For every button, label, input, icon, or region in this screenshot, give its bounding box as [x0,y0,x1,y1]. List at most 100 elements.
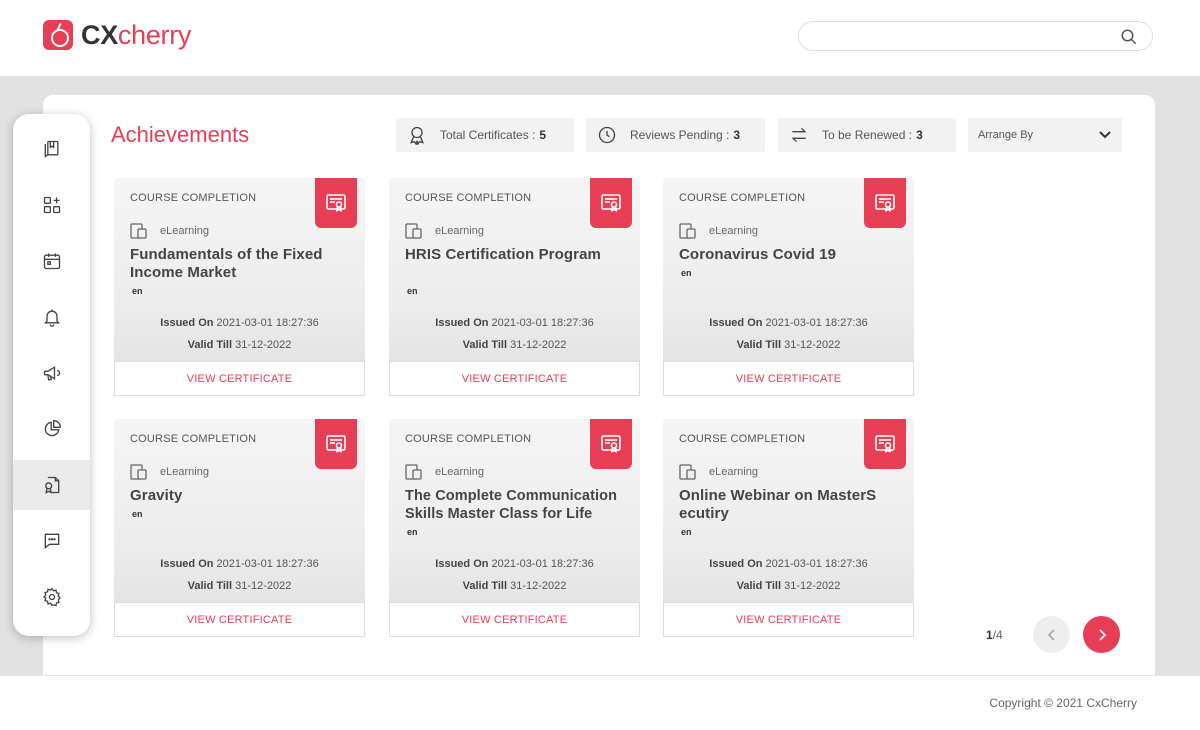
issued-date: Issued On 2021-03-01 18:27:36 [435,317,594,329]
certificate-card: COURSE COMPLETION eLearning Gravity en I… [114,419,365,637]
award-icon [410,126,424,145]
card-type: COURSE COMPLETION [130,192,257,204]
view-certificate-button[interactable]: VIEW CERTIFICATE [389,602,640,637]
valid-till-date: Valid Till 31-12-2022 [462,580,567,592]
card-type: COURSE COMPLETION [405,192,532,204]
search-icon[interactable] [1120,28,1138,46]
clock-icon [598,126,616,144]
certificate-card: COURSE COMPLETION eLearning HRIS Certifi… [389,178,640,396]
certificate-ribbon [315,419,357,469]
chevron-down-icon [1099,131,1111,139]
issued-date: Issued On 2021-03-01 18:27:36 [160,558,319,570]
view-certificate-button[interactable]: VIEW CERTIFICATE [663,602,914,637]
course-title: Gravity [130,487,183,504]
view-certificate-button[interactable]: VIEW CERTIFICATE [389,361,640,396]
top-header: CXcherry [0,0,1200,76]
to-be-renewed-stat: To be Renewed :3 [778,118,956,152]
language-code: en [407,527,418,537]
chat-icon [44,533,59,550]
certificate-ribbon [590,419,632,469]
calendar-icon [43,253,60,270]
card-type: COURSE COMPLETION [679,192,806,204]
view-certificate-button[interactable]: VIEW CERTIFICATE [663,361,914,396]
learning-mode: eLearning [435,466,484,478]
certificate-icon [326,435,346,453]
certificate-icon [601,435,621,453]
page-indicator: 1/4 [986,628,1003,642]
valid-till-date: Valid Till 31-12-2022 [736,339,841,351]
sidebar-item-achievements[interactable] [13,460,90,510]
devices-icon [405,223,422,239]
chevron-right-icon [1098,628,1106,641]
sidebar-item-settings[interactable] [13,572,90,622]
certificate-ribbon [590,178,632,228]
card-body: COURSE COMPLETION eLearning Online Webin… [663,419,914,602]
card-body: COURSE COMPLETION eLearning Gravity en I… [114,419,365,602]
sidebar-item-bookmarks[interactable] [13,124,90,174]
logo-text: CXcherry [81,20,192,50]
cxcherry-logo[interactable]: CXcherry [43,20,191,50]
course-title: Fundamentals of the Fixed Income Market [130,246,323,281]
certificate-ribbon [315,178,357,228]
cherry-logo-icon [43,20,73,50]
sidebar-item-reports[interactable] [13,404,90,454]
course-title: Coronavirus Covid 19 [679,246,837,263]
devices-icon [679,223,696,239]
learning-mode: eLearning [435,225,484,237]
search-bar [798,21,1153,51]
certificate-ribbon [864,419,906,469]
language-code: en [681,527,692,537]
view-certificate-button[interactable]: VIEW CERTIFICATE [114,602,365,637]
reviews-pending-stat: Reviews Pending :3 [586,118,765,152]
certificate-icon [601,194,621,212]
language-code: en [132,286,143,296]
sidebar-item-notifications[interactable] [13,292,90,342]
previous-page-button[interactable] [1033,616,1070,653]
view-certificate-button[interactable]: VIEW CERTIFICATE [114,361,365,396]
card-body: COURSE COMPLETION eLearning Coronavirus … [663,178,914,361]
swap-arrows-icon [791,127,807,143]
certificate-card: COURSE COMPLETION eLearning Online Webin… [663,419,914,637]
card-type: COURSE COMPLETION [405,433,532,445]
language-code: en [132,509,143,519]
learning-mode: eLearning [160,225,209,237]
certificate-card: COURSE COMPLETION eLearning Fundamentals… [114,178,365,396]
course-title: Online Webinar on MasterS ecutiry [679,487,877,522]
sidebar-item-announcements[interactable] [13,348,90,398]
learning-mode: eLearning [709,466,758,478]
sidebar-item-messages[interactable] [13,516,90,566]
devices-icon [679,464,696,480]
bookmark-icon [44,140,58,158]
learning-mode: eLearning [709,225,758,237]
valid-till-date: Valid Till 31-12-2022 [187,339,292,351]
megaphone-icon [43,365,60,381]
card-type: COURSE COMPLETION [130,433,257,445]
certificate-icon [875,194,895,212]
certificate-card: COURSE COMPLETION eLearning The Complete… [389,419,640,637]
page-title: Achievements [111,122,250,147]
bell-icon [43,309,60,327]
chevron-left-icon [1047,628,1055,641]
apps-add-icon [43,196,60,214]
language-code: en [407,286,418,296]
devices-icon [130,464,147,480]
sidebar-item-apps[interactable] [13,180,90,230]
total-certificates-stat: Total Certificates :5 [396,118,574,152]
card-type: COURSE COMPLETION [679,433,806,445]
card-body: COURSE COMPLETION eLearning Fundamentals… [114,178,365,361]
search-input[interactable] [813,27,1113,47]
sidebar-item-calendar[interactable] [13,236,90,286]
course-title: The Complete Communication Skills Master… [405,488,618,522]
next-page-button[interactable] [1083,616,1120,653]
certificate-card: COURSE COMPLETION eLearning Coronavirus … [663,178,914,396]
certificate-icon [326,194,346,212]
devices-icon [405,464,422,480]
certificate-icon [875,435,895,453]
sidebar-nav [13,114,90,636]
copyright-text: Copyright © 2021 CxCherry [989,696,1137,710]
certificate-file-icon [44,476,59,494]
arrange-by-dropdown[interactable]: Arrange By [968,118,1122,152]
issued-date: Issued On 2021-03-01 18:27:36 [709,558,868,570]
valid-till-date: Valid Till 31-12-2022 [736,580,841,592]
gear-icon [42,587,61,607]
